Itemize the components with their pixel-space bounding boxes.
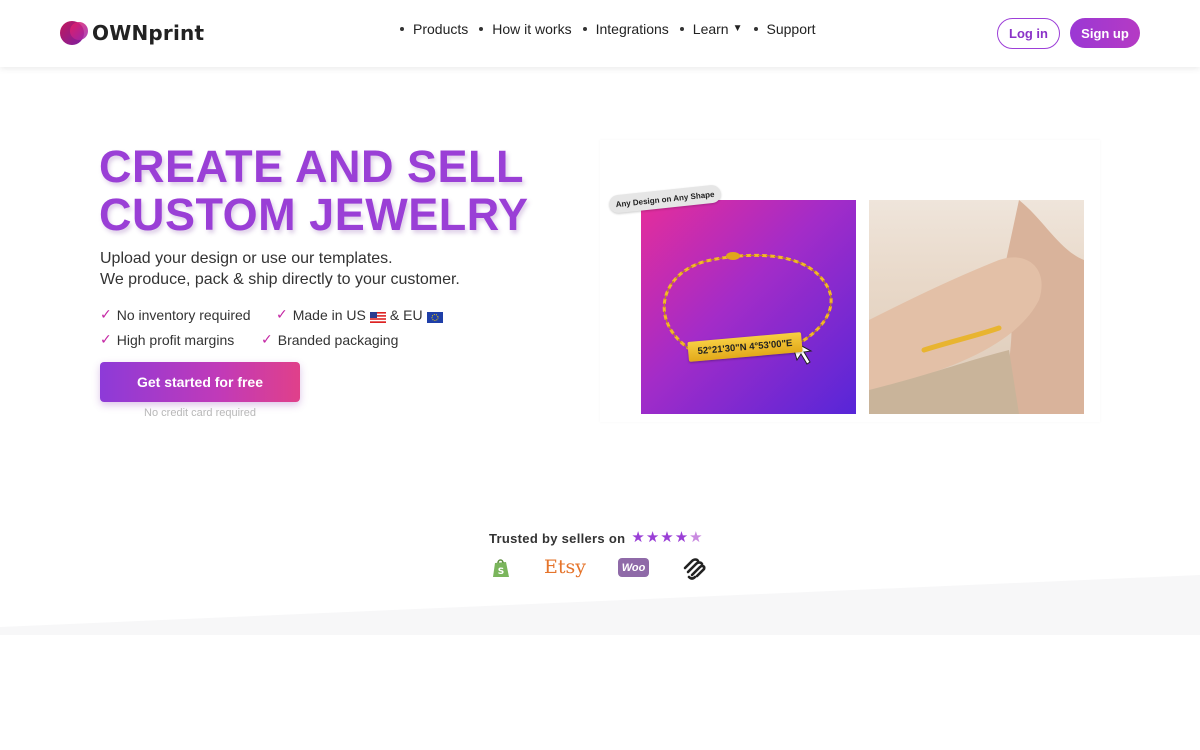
feature-item: ✓ Made in US & EU	[276, 306, 447, 323]
get-started-button[interactable]: Get started for free	[100, 362, 300, 402]
trust-row: Trusted by sellers on ★ ★ ★ ★ ★	[489, 530, 704, 546]
feature-item: ✓ Branded packaging	[261, 331, 398, 348]
model-photo-illustration	[869, 200, 1084, 414]
rating-stars: ★ ★ ★ ★ ★	[631, 530, 703, 546]
logo-icon	[59, 18, 90, 48]
feature-item: ✓ No inventory required	[100, 306, 276, 323]
star-icon: ★	[660, 529, 674, 546]
star-icon: ★	[674, 529, 689, 546]
bullet-icon	[582, 27, 587, 31]
feature-label: Branded packaging	[277, 331, 399, 348]
feature-label: Made in US	[292, 306, 366, 323]
logo[interactable]: OWNprint	[59, 18, 204, 48]
hero-title: CREATE AND SELL CUSTOM JEWELRY	[99, 143, 529, 239]
nav-label: How it works	[492, 21, 572, 37]
feature-item: ✓ High profit margins	[100, 331, 261, 348]
signup-button[interactable]: Sign up	[1070, 18, 1140, 48]
feature-label: High profit margins	[116, 331, 235, 348]
bullet-icon	[400, 27, 404, 31]
us-flag-icon	[369, 310, 386, 323]
nav-label: Learn	[692, 21, 729, 37]
eu-flag-icon	[426, 310, 443, 323]
nav-label: Support	[766, 21, 816, 37]
nav-label: Integrations	[595, 21, 669, 37]
star-icon: ★	[631, 529, 645, 546]
site-header: OWNprint Products How it works Integrati…	[0, 0, 1200, 67]
feature-label: No inventory required	[116, 306, 251, 323]
hero-subtitle-line: Upload your design or use our templates.	[100, 250, 393, 267]
check-icon: ✓	[261, 331, 273, 347]
hero-title-line: CUSTOM JEWELRY	[99, 189, 529, 240]
login-button[interactable]: Log in	[997, 18, 1060, 49]
nav-item-products[interactable]: Products	[400, 21, 468, 37]
feature-list: ✓ No inventory required ✓ Made in US & E…	[100, 302, 447, 352]
nav-item-support[interactable]: Support	[753, 21, 816, 37]
feature-label: & EU	[389, 306, 423, 323]
nav-item-learn[interactable]: Learn ▼	[679, 21, 743, 37]
hero-title-line: CREATE AND SELL	[99, 141, 525, 192]
cta-note: No credit card required	[144, 407, 256, 419]
bracelet-chain-illustration	[662, 252, 833, 365]
logo-wordmark: OWNprint	[92, 21, 205, 45]
main-nav: Products How it works Integrations Learn…	[400, 21, 827, 37]
section-divider-shape	[0, 575, 1200, 635]
feature-row: ✓ High profit margins ✓ Branded packagin…	[100, 327, 447, 352]
nav-label: Products	[413, 21, 469, 37]
bracelet-product-image: 52°21'30"N 4°53'00"E	[641, 200, 856, 414]
nav-item-how-it-works[interactable]: How it works	[479, 21, 572, 37]
feature-row: ✓ No inventory required ✓ Made in US & E…	[100, 302, 447, 327]
half-star-icon: ★	[689, 529, 703, 546]
hero-subtitle: Upload your design or use our templates.…	[100, 248, 460, 290]
caret-down-icon: ▼	[732, 22, 743, 34]
bullet-icon	[679, 27, 684, 31]
check-icon: ✓	[100, 306, 112, 322]
star-icon: ★	[645, 529, 660, 546]
hero-subtitle-line: We produce, pack & ship directly to your…	[100, 271, 460, 288]
model-wearing-bracelet-image	[869, 200, 1084, 414]
check-icon: ✓	[100, 331, 112, 347]
bullet-icon	[753, 27, 758, 31]
bullet-icon	[479, 27, 484, 31]
trust-label: Trusted by sellers on	[489, 530, 626, 546]
check-icon: ✓	[276, 306, 288, 322]
nav-item-integrations[interactable]: Integrations	[582, 21, 669, 37]
